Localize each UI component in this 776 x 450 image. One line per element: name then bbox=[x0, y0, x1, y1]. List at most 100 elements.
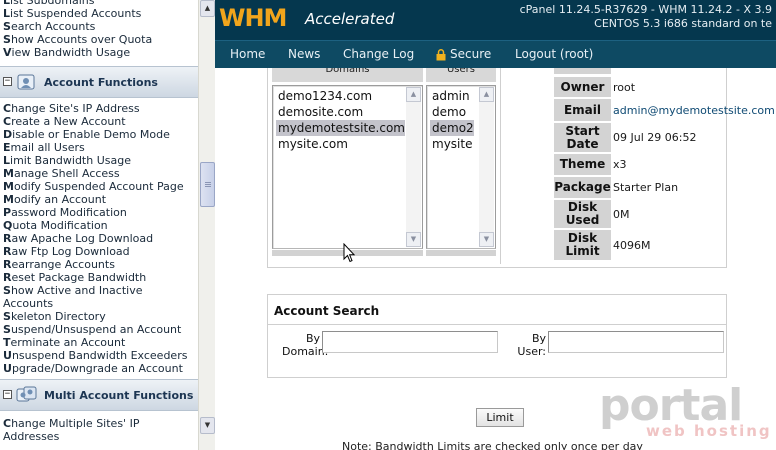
account-icon bbox=[17, 74, 35, 90]
watermark-tagline: web hosting bbox=[646, 422, 772, 440]
nav-news[interactable]: News bbox=[288, 47, 320, 61]
owner-value: root bbox=[613, 81, 636, 94]
mouse-cursor-icon bbox=[343, 243, 355, 263]
top-nav: Home News Change Log Secure Logout (root… bbox=[215, 40, 776, 68]
lock-icon bbox=[436, 49, 446, 61]
users-header: Users bbox=[426, 68, 496, 82]
sidebar-link[interactable]: Quota Modification bbox=[3, 219, 108, 232]
sidebar-link[interactable]: List Subdomains bbox=[3, 0, 94, 7]
sidebar: List Subdomains List Suspended Accounts Se… bbox=[0, 0, 215, 450]
start-date-value: 09 Jul 29 06:52 bbox=[613, 131, 697, 144]
whm-logo-subtitle: Accelerated bbox=[305, 10, 395, 28]
scroll-down-arrow[interactable]: ▼ bbox=[479, 232, 494, 247]
sidebar-link[interactable]: Skeleton Directory bbox=[3, 310, 106, 323]
sidebar-link[interactable]: Change Multiple Sites' IP bbox=[3, 417, 139, 430]
sidebar-link[interactable]: Disable or Enable Demo Mode bbox=[3, 128, 170, 141]
nav-logout[interactable]: Logout (root) bbox=[515, 47, 593, 61]
search-user-input[interactable] bbox=[548, 331, 724, 353]
sidebar-link[interactable]: Upgrade/Downgrade an Account bbox=[3, 362, 183, 375]
sidebar-link[interactable]: Modify an Account bbox=[3, 193, 106, 206]
user-list-footer bbox=[426, 250, 496, 256]
account-panel: Domains Users ▲ ▼ demo1234.com demosite.c… bbox=[267, 68, 775, 268]
sidebar-link[interactable]: Show Active and Inactive bbox=[3, 284, 143, 297]
sidebar-link[interactable]: Show Accounts over Quota bbox=[3, 33, 152, 46]
domain-listbox[interactable]: ▲ ▼ demo1234.com demosite.com mydemotestsi… bbox=[272, 85, 423, 249]
server-info: cPanel 11.24.5-R37629 - WHM 11.24.2 - X … bbox=[520, 3, 772, 31]
account-search-panel: Account Search By Domain: By User: bbox=[267, 294, 727, 378]
sidebar-menu: List Subdomains List Suspended Accounts Se… bbox=[0, 0, 198, 450]
multi-account-icon bbox=[16, 386, 37, 402]
user-listbox[interactable]: ▲ ▼ admin demo demo2 mysite bbox=[426, 85, 496, 249]
account-search-title: Account Search bbox=[274, 304, 380, 318]
sidebar-link[interactable]: Manage Shell Access bbox=[3, 167, 120, 180]
scroll-up-arrow[interactable]: ▲ bbox=[406, 87, 421, 102]
user-option[interactable]: demo2 bbox=[430, 120, 474, 136]
by-user-label: By User: bbox=[517, 332, 546, 358]
sidebar-link[interactable]: View Bandwidth Usage bbox=[3, 46, 130, 59]
email-value[interactable]: admin@mydemotestsite.com bbox=[613, 104, 775, 117]
server-os: CENTOS 5.3 i686 standard on te bbox=[594, 17, 772, 30]
domain-option[interactable]: mysite.com bbox=[276, 136, 348, 152]
owner-label: Owner bbox=[554, 77, 611, 97]
email-label: Email bbox=[554, 99, 611, 121]
package-value: Starter Plan bbox=[613, 181, 679, 194]
sidebar-link[interactable]: Reset Package Bandwidth bbox=[3, 271, 146, 284]
account-functions-header[interactable]: − Account Functions bbox=[0, 66, 198, 98]
scroll-down-arrow[interactable]: ▼ bbox=[406, 232, 421, 247]
sidebar-link[interactable]: Modify Suspended Account Page bbox=[3, 180, 184, 193]
user-list-scrollbar[interactable]: ▲ ▼ bbox=[479, 87, 494, 247]
scrollbar-thumb[interactable] bbox=[200, 162, 215, 207]
limit-button[interactable]: Limit bbox=[476, 408, 524, 427]
sidebar-link[interactable]: Rearrange Accounts bbox=[3, 258, 115, 271]
bandwidth-note: Note: Bandwidth Limits are checked only … bbox=[342, 440, 643, 450]
sidebar-link[interactable]: Raw Ftp Log Download bbox=[3, 245, 130, 258]
disk-used-label: Disk Used bbox=[554, 200, 611, 228]
nav-home[interactable]: Home bbox=[230, 47, 265, 61]
theme-value: x3 bbox=[613, 158, 627, 171]
sidebar-link[interactable]: Accounts bbox=[3, 297, 53, 310]
disk-used-value: 0M bbox=[613, 208, 630, 221]
sidebar-link[interactable]: Terminate an Account bbox=[3, 336, 125, 349]
scroll-up-arrow[interactable]: ▲ bbox=[479, 87, 494, 102]
nav-change-log[interactable]: Change Log bbox=[343, 47, 414, 61]
sidebar-link[interactable]: Email all Users bbox=[3, 141, 85, 154]
multi-account-functions-header[interactable]: − Multi Account Functions bbox=[0, 379, 198, 411]
account-functions-title: Account Functions bbox=[44, 76, 158, 89]
collapse-toggle-icon[interactable]: − bbox=[3, 390, 12, 399]
domain-option[interactable]: demosite.com bbox=[276, 104, 363, 120]
domain-option[interactable]: demo1234.com bbox=[276, 88, 372, 104]
header-bar: WHM Accelerated cPanel 11.24.5-R37629 - … bbox=[215, 0, 776, 40]
package-label: Package bbox=[554, 177, 611, 198]
domains-header: Domains bbox=[272, 68, 423, 82]
sidebar-link[interactable]: Addresses bbox=[3, 430, 59, 443]
sidebar-link[interactable]: Password Modification bbox=[3, 206, 127, 219]
search-domain-input[interactable] bbox=[322, 331, 498, 353]
domain-option[interactable]: mydemotestsite.com bbox=[276, 120, 405, 136]
by-domain-label: By Domain: bbox=[282, 332, 329, 358]
main-panel: WHM Accelerated cPanel 11.24.5-R37629 - … bbox=[215, 0, 776, 450]
multi-account-functions-title: Multi Account Functions bbox=[44, 389, 194, 402]
scroll-down-arrow[interactable]: ▼ bbox=[200, 417, 215, 434]
theme-label: Theme bbox=[554, 154, 611, 175]
sidebar-scrollbar[interactable]: ▲ ▼ bbox=[198, 0, 215, 450]
domain-list-scrollbar[interactable]: ▲ ▼ bbox=[406, 87, 421, 247]
sidebar-link[interactable]: Change Site's IP Address bbox=[3, 102, 140, 115]
scroll-up-arrow[interactable]: ▲ bbox=[200, 0, 215, 17]
sidebar-link[interactable]: List Suspended Accounts bbox=[3, 7, 141, 20]
sidebar-link[interactable]: Create a New Account bbox=[3, 115, 126, 128]
sidebar-link[interactable]: Unsuspend Bandwidth Exceeders bbox=[3, 349, 187, 362]
user-option[interactable]: admin bbox=[430, 88, 470, 104]
sidebar-link[interactable]: Limit Bandwidth Usage bbox=[3, 154, 131, 167]
details-label-top bbox=[554, 68, 611, 74]
disk-limit-value: 4096M bbox=[613, 239, 651, 252]
user-option[interactable]: demo bbox=[430, 104, 466, 120]
disk-limit-label: Disk Limit bbox=[554, 230, 611, 260]
collapse-toggle-icon[interactable]: − bbox=[3, 77, 12, 86]
whm-logo: WHM bbox=[219, 4, 287, 32]
sidebar-link[interactable]: Raw Apache Log Download bbox=[3, 232, 153, 245]
start-date-label: Start Date bbox=[554, 123, 611, 152]
sidebar-link[interactable]: Search Accounts bbox=[3, 20, 95, 33]
nav-secure[interactable]: Secure bbox=[450, 47, 491, 61]
sidebar-link[interactable]: Suspend/Unsuspend an Account bbox=[3, 323, 181, 336]
user-option[interactable]: mysite bbox=[430, 136, 472, 152]
